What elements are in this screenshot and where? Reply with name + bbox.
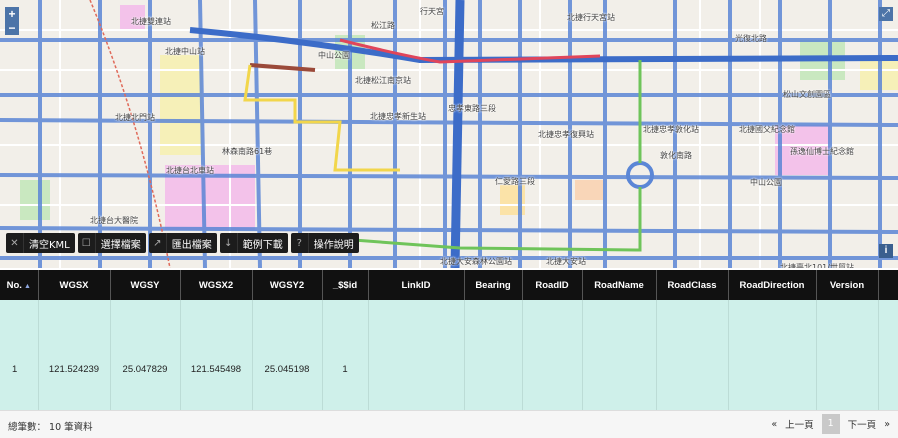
map-place-label: 行天宮 xyxy=(420,7,444,16)
column-header-label: No. xyxy=(6,279,22,291)
column-header-label: LinkID xyxy=(401,279,431,291)
map-place-label: 北捷大安森林公園站 xyxy=(440,257,512,266)
current-page[interactable]: 1 xyxy=(821,414,840,434)
info-icon[interactable]: i xyxy=(879,244,893,258)
column-header[interactable]: No. ▲ xyxy=(0,270,39,300)
fullscreen-icon[interactable]: ⤢ xyxy=(879,7,893,21)
column-header[interactable]: WGSY xyxy=(110,270,181,300)
column-header[interactable]: Version xyxy=(816,270,879,300)
toolbar-button-label: 操作說明 xyxy=(313,239,354,251)
map-place-label: 孫逸仙博士紀念館 xyxy=(790,147,854,156)
map-place-label: 北捷臺北101/世貿站 xyxy=(780,263,854,268)
pager: « 上一頁 1 下一頁 » xyxy=(771,414,890,434)
total-count: 總筆數： 10 筆資料 xyxy=(8,422,93,433)
map-place-label: 北捷北門站 xyxy=(115,113,155,122)
next-page-button[interactable]: 下一頁 xyxy=(848,417,877,431)
column-header-label: Bearing xyxy=(475,279,511,291)
export-icon: ↗ xyxy=(149,233,167,253)
map-place-label: 中山公園 xyxy=(750,178,782,187)
map-place-label: 北捷台北車站 xyxy=(166,166,214,175)
column-header[interactable] xyxy=(878,270,898,300)
column-header-label: RoadName xyxy=(594,279,644,291)
column-header-label: WGSX2 xyxy=(198,279,234,291)
map-place-label: 松山文創園區 xyxy=(783,90,831,99)
last-page-button[interactable]: » xyxy=(884,419,890,430)
zoom-out-button[interactable]: − xyxy=(5,21,19,35)
column-header[interactable]: WGSX2 xyxy=(180,270,253,300)
map-place-label: 仁愛路三段 xyxy=(495,177,535,186)
map-place-label: 松江路 xyxy=(371,21,395,30)
grid-header-row: No. ▲ WGSX WGSY WGSX2 WGSY2 _$$id LinkID Bearing… xyxy=(0,270,898,300)
column-header[interactable]: _$$id xyxy=(322,270,369,300)
column-header[interactable]: RoadClass xyxy=(656,270,729,300)
export-file-button[interactable]: ↗ 匯出檔案 xyxy=(148,233,217,253)
toolbar-button-label: 匯出檔案 xyxy=(171,239,212,251)
column-header[interactable]: RoadName xyxy=(582,270,657,300)
map-view[interactable]: 北捷雙連站 北捷中山站 中山公園 松江路 行天宮 北捷松江南京站 北捷行天宮站 光復北路 松山文… xyxy=(0,0,898,268)
column-header[interactable]: Bearing xyxy=(464,270,523,300)
map-place-label: 北捷中山站 xyxy=(165,47,205,56)
toolbar-button-label: 清空KML xyxy=(29,239,70,251)
column-header-label: RoadClass xyxy=(667,279,717,291)
map-toolbar: ✕ 清空KML ☐ 選擇檔案 ↗ 匯出檔案 ↓ 範例下載? 操作說明 xyxy=(6,233,359,253)
prev-page-button[interactable]: 上一頁 xyxy=(785,417,814,431)
column-header[interactable]: RoadID xyxy=(522,270,583,300)
first-page-button[interactable]: « xyxy=(771,419,777,430)
download-icon: ↓ xyxy=(220,233,238,253)
toolbar-button-label: 選擇檔案 xyxy=(100,239,141,251)
map-place-label: 敦化南路 xyxy=(660,151,692,160)
column-header-label: RoadID xyxy=(535,279,569,291)
map-place-label: 北捷國父紀念館 xyxy=(739,125,795,134)
sample-download-button[interactable]: ↓ 範例下載 xyxy=(219,233,288,253)
map-place-label: 中山公園 xyxy=(318,51,350,60)
clear-kml-button[interactable]: ✕ 清空KML xyxy=(6,233,75,253)
column-header-label: WGSY2 xyxy=(269,279,305,291)
close-icon: ✕ xyxy=(6,233,24,253)
column-header-label: _$$id xyxy=(332,279,358,291)
map-place-label: 忠孝東路三段 xyxy=(448,104,496,113)
column-header[interactable]: RoadDirection xyxy=(728,270,817,300)
column-header[interactable]: WGSX xyxy=(38,270,111,300)
map-place-label: 北捷忠孝復興站 xyxy=(538,130,594,139)
column-header-label: Version xyxy=(829,279,865,291)
zoom-in-button[interactable]: + xyxy=(5,7,19,21)
column-header[interactable]: WGSY2 xyxy=(252,270,323,300)
column-header[interactable]: LinkID xyxy=(368,270,465,300)
map-place-label: 林森南路61巷 xyxy=(222,147,273,156)
zoom-control: + − xyxy=(5,7,19,35)
file-icon: ☐ xyxy=(78,233,96,253)
map-place-label: 北捷忠孝新生站 xyxy=(370,112,426,121)
map-place-label: 北捷台大醫院 xyxy=(90,216,138,225)
map-place-label: 北捷松江南京站 xyxy=(355,76,411,85)
map-place-label: 北捷雙連站 xyxy=(131,17,171,26)
choose-file-button[interactable]: ☐ 選擇檔案 xyxy=(77,233,146,253)
help-icon: ? xyxy=(291,233,309,253)
toolbar-button-label: 範例下載 xyxy=(242,239,283,251)
map-place-label: 北捷大安站 xyxy=(546,257,586,266)
help-button[interactable]: ? 操作說明 xyxy=(290,233,359,253)
column-header-label: RoadDirection xyxy=(739,279,805,291)
map-place-label: 光復北路 xyxy=(735,34,767,43)
column-header-label: WGSY xyxy=(130,279,160,291)
map-place-label: 北捷行天宮站 xyxy=(567,13,615,22)
sort-asc-icon[interactable]: ▲ xyxy=(24,283,31,290)
grid-footer: 總筆數： 10 筆資料 « 上一頁 1 下一頁 » xyxy=(0,410,898,438)
map-place-label: 北捷忠孝敦化站 xyxy=(643,125,699,134)
column-header-label: WGSX xyxy=(59,279,89,291)
